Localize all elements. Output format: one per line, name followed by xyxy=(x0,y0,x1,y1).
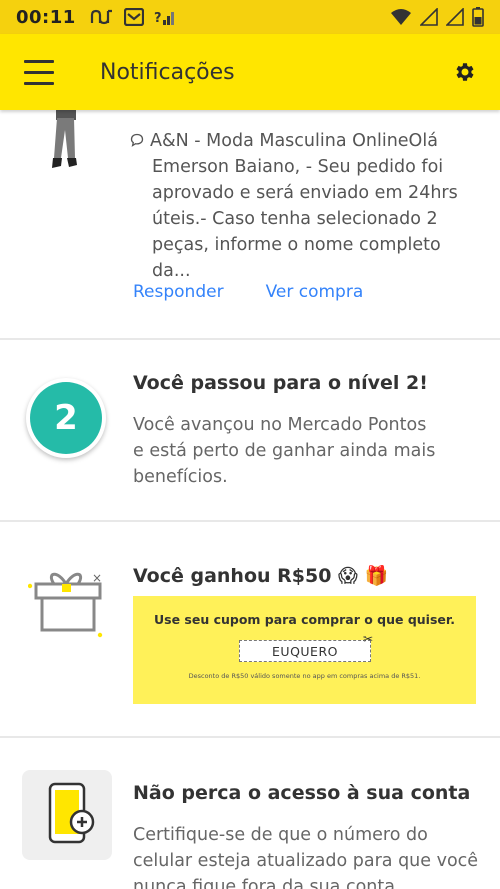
message-line: Emerson Baiano, - Seu pedido foi xyxy=(152,157,444,177)
product-thumbnail xyxy=(52,110,77,168)
notification-actions: Responder Ver compra xyxy=(133,282,363,302)
gear-icon xyxy=(456,63,474,81)
reply-link[interactable]: Responder xyxy=(133,282,224,302)
message-line: aprovado e será enviado em 24hrs xyxy=(152,183,458,203)
body-line: Você avançou no Mercado Pontos xyxy=(133,415,427,435)
body-line: Certifique-se de que o número do xyxy=(133,825,428,845)
coupon-code[interactable]: EUQUERO xyxy=(239,640,371,662)
scissors-icon: ✂ xyxy=(363,632,374,646)
body-line: e está perto de ganhar ainda mais xyxy=(133,441,436,461)
status-bar: 00:11 ? xyxy=(0,0,500,34)
coupon-title: Use seu cupom para comprar o que quiser. xyxy=(153,612,456,627)
mail-icon xyxy=(123,8,144,26)
notifications-list[interactable]: A&N - Moda Masculina OnlineOlá Emerson B… xyxy=(0,110,500,889)
svg-text:?: ? xyxy=(154,11,162,26)
signal-question-icon: ? xyxy=(154,11,174,26)
settings-button[interactable] xyxy=(450,57,480,87)
status-time: 00:11 xyxy=(16,6,76,28)
status-left-icons: ? xyxy=(90,8,176,26)
notification-title: Não perca o acesso à sua conta xyxy=(133,782,471,804)
chat-bubble-icon xyxy=(130,133,144,147)
view-purchase-link[interactable]: Ver compra xyxy=(266,282,364,302)
notification-purchase-message[interactable]: A&N - Moda Masculina OnlineOlá Emerson B… xyxy=(0,110,500,338)
body-line: celular esteja atualizado para que você xyxy=(133,851,479,871)
signal-icon-2 xyxy=(446,8,464,26)
hamburger-icon-bar xyxy=(24,70,54,74)
notification-body: Certifique-se de que o número do celular… xyxy=(133,822,483,889)
phone-icon xyxy=(48,782,95,844)
gift-box-icon: × xyxy=(28,571,103,638)
phone-update-icon xyxy=(22,770,112,860)
message-text: A&N - Moda Masculina OnlineOlá xyxy=(150,131,438,151)
notification-title: Você passou para o nível 2! xyxy=(133,372,428,394)
battery-icon xyxy=(472,7,484,27)
hamburger-icon-bar xyxy=(24,81,54,85)
nubank-icon xyxy=(90,9,112,25)
body-line: nunca fique fora da sua conta. xyxy=(133,877,401,889)
coupon-banner[interactable]: Use seu cupom para comprar o que quiser.… xyxy=(133,596,476,704)
signal-icon xyxy=(420,8,438,26)
status-right-icons xyxy=(390,7,484,27)
notification-title: Você ganhou R$50 😱 🎁 xyxy=(133,565,389,587)
level-badge: 2 xyxy=(26,378,106,458)
notification-level-up[interactable]: 2 Você passou para o nível 2! Você avanç… xyxy=(0,340,500,520)
notification-message: A&N - Moda Masculina OnlineOlá Emerson B… xyxy=(130,128,475,284)
page-title: Notificações xyxy=(100,59,235,85)
message-line: A&N - Moda Masculina OnlineOlá xyxy=(130,128,475,154)
wifi-icon xyxy=(391,9,411,25)
body-line: benefícios. xyxy=(133,467,228,487)
notification-coupon[interactable]: × Você ganhou R$50 😱 🎁 Use seu cupom par… xyxy=(0,522,500,736)
app-header: Notificações xyxy=(0,34,500,110)
hamburger-icon-bar xyxy=(24,59,54,63)
menu-button[interactable] xyxy=(14,44,70,100)
message-line: úteis.- Caso tenha selecionado 2 xyxy=(152,209,438,229)
message-line: peças, informe o nome completo da... xyxy=(152,235,441,281)
coupon-note: Desconto de R$50 válido somente no app e… xyxy=(188,672,421,680)
notification-body: Você avançou no Mercado Pontos e está pe… xyxy=(133,412,483,490)
level-number: 2 xyxy=(30,382,102,454)
notification-account-access[interactable]: Não perca o acesso à sua conta Certifiqu… xyxy=(0,738,500,889)
